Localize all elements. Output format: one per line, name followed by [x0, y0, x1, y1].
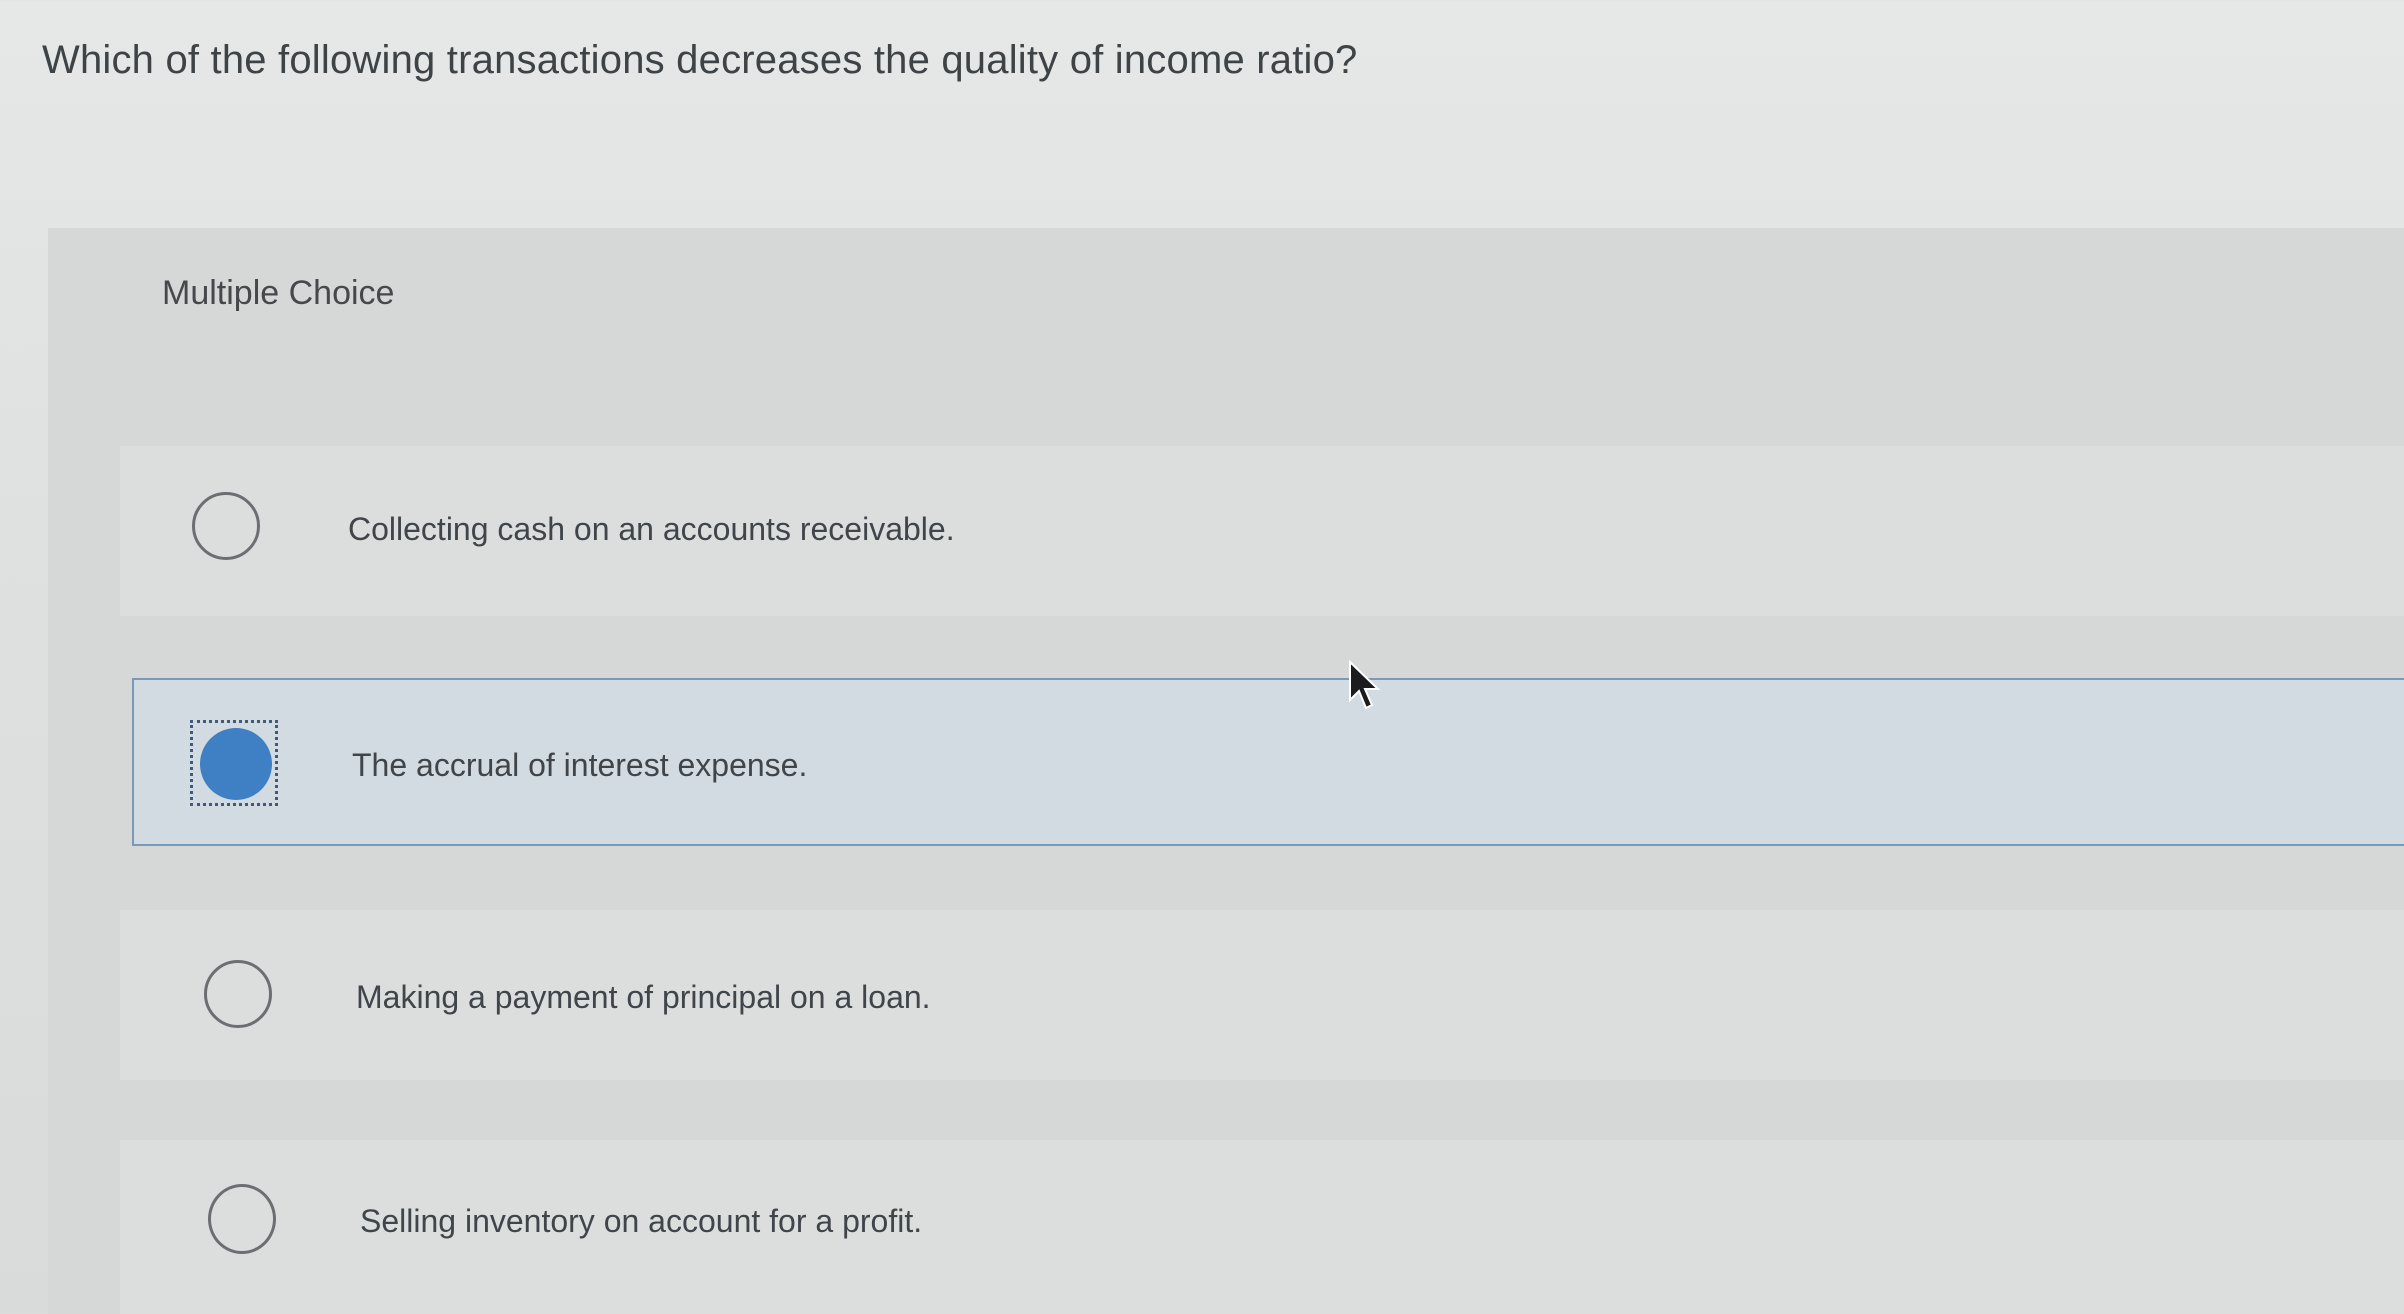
radio-button-icon[interactable] [208, 1184, 276, 1254]
choice-option-4[interactable]: Selling inventory on account for a profi… [120, 1140, 2404, 1314]
choice-option-1[interactable]: Collecting cash on an accounts receivabl… [120, 446, 2404, 616]
radio-button-icon[interactable] [192, 492, 260, 560]
section-label: Multiple Choice [162, 274, 395, 312]
mouse-pointer-icon [1349, 660, 1381, 710]
choice-label: The accrual of interest expense. [352, 747, 808, 783]
question-text: Which of the following transactions decr… [42, 38, 1358, 82]
choice-label: Collecting cash on an accounts receivabl… [348, 511, 955, 547]
choice-label: Making a payment of principal on a loan. [356, 979, 931, 1015]
choice-label: Selling inventory on account for a profi… [360, 1203, 923, 1239]
radio-button-icon[interactable] [204, 960, 272, 1028]
choice-option-3[interactable]: Making a payment of principal on a loan. [120, 910, 2404, 1080]
radio-button-selected-icon[interactable] [200, 728, 272, 800]
choice-option-2-selected[interactable]: The accrual of interest expense. [132, 678, 2404, 846]
